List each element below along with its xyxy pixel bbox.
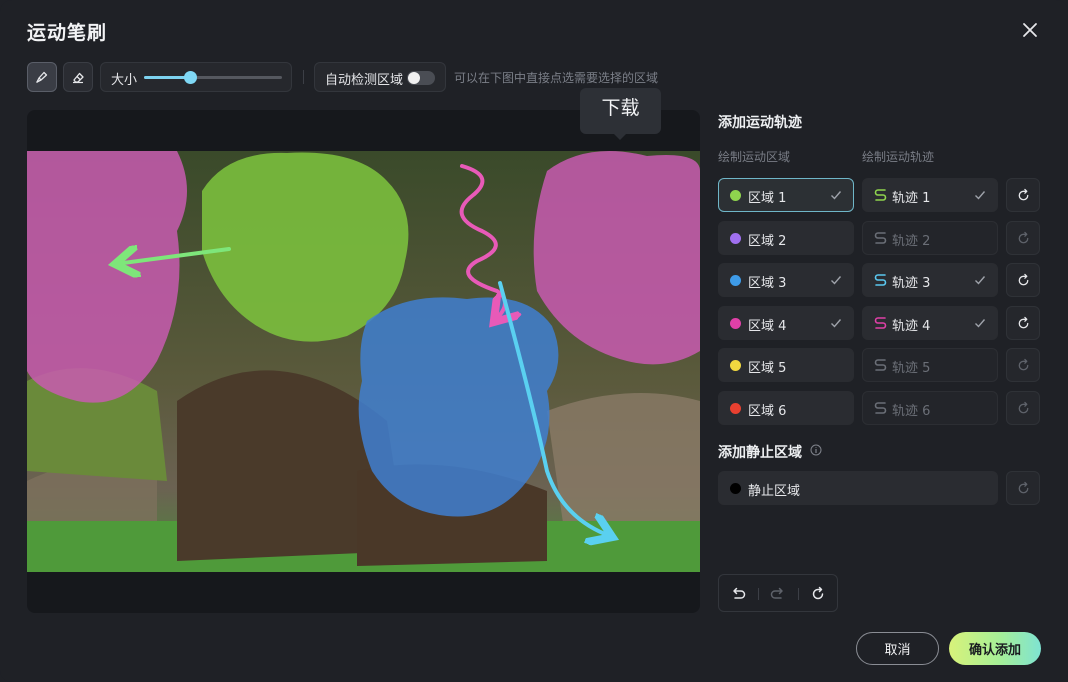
brush-icon <box>36 71 48 84</box>
check-icon <box>975 191 986 200</box>
annotated-image[interactable] <box>27 151 700 572</box>
reset-row-button-2[interactable] <box>1006 221 1040 255</box>
region-item-6[interactable]: 区域 6 <box>718 391 854 425</box>
size-slider[interactable] <box>144 71 282 84</box>
track-item-2[interactable]: 轨迹 2 <box>862 221 998 255</box>
size-label: 大小 <box>111 73 138 88</box>
region-label: 区域 4 <box>748 319 787 334</box>
static-region-label: 静止区域 <box>748 484 801 499</box>
track-label: 轨迹 2 <box>892 234 931 249</box>
reset-icon <box>1018 481 1028 493</box>
motion-section-title: 添加运动轨迹 <box>718 115 802 131</box>
toolbar-divider <box>303 70 304 84</box>
size-slider-fill <box>144 76 190 79</box>
reset-row-button-1[interactable] <box>1006 178 1040 212</box>
track-label: 轨迹 3 <box>892 276 931 291</box>
confirm-add-button[interactable]: 确认添加 <box>949 632 1041 665</box>
reset-row-button-6[interactable] <box>1006 391 1040 425</box>
eraser-icon <box>73 72 84 84</box>
track-item-6[interactable]: 轨迹 6 <box>862 391 998 425</box>
motion-brush-dialog: 运动笔刷 大小 自动检测区域 可以在下图中直接点选需要选择的区域 下载 添加运动… <box>0 0 1068 682</box>
image-canvas[interactable] <box>27 110 700 613</box>
region-item-4[interactable]: 区域 4 <box>718 306 854 340</box>
auto-detect-control: 自动检测区域 <box>314 62 446 92</box>
track-path-icon <box>874 232 887 244</box>
track-label: 轨迹 5 <box>892 361 931 376</box>
region-item-5[interactable]: 区域 5 <box>718 348 854 382</box>
region-label: 区域 3 <box>748 276 787 291</box>
auto-detect-label: 自动检测区域 <box>325 73 404 88</box>
download-tooltip: 下载 <box>580 88 661 140</box>
track-label: 轨迹 1 <box>892 191 931 206</box>
static-reset-button[interactable] <box>1006 471 1040 505</box>
track-item-3[interactable]: 轨迹 3 <box>862 263 998 297</box>
region-color-dot <box>730 403 741 414</box>
static-region-item[interactable]: 静止区域 <box>718 471 998 505</box>
redo-icon[interactable] <box>769 585 787 603</box>
region-item-2[interactable]: 区域 2 <box>718 221 854 255</box>
track-path-icon <box>874 274 887 286</box>
region-item-1[interactable]: 区域 1 <box>718 178 854 212</box>
track-label: 轨迹 4 <box>892 319 931 334</box>
track-item-4[interactable]: 轨迹 4 <box>862 306 998 340</box>
reset-all-icon[interactable] <box>809 585 827 603</box>
reset-icon <box>1018 188 1028 200</box>
track-path-icon <box>874 359 887 371</box>
reset-icon <box>1018 231 1028 243</box>
info-icon[interactable] <box>810 444 822 456</box>
check-icon <box>831 276 842 285</box>
region-label: 区域 5 <box>748 361 787 376</box>
region-label: 区域 2 <box>748 234 787 249</box>
region-item-3[interactable]: 区域 3 <box>718 263 854 297</box>
hint-text: 可以在下图中直接点选需要选择的区域 <box>454 71 659 85</box>
check-icon <box>975 276 986 285</box>
region-column-label: 绘制运动区域 <box>718 150 791 164</box>
static-color-dot <box>730 483 741 494</box>
dialog-title: 运动笔刷 <box>27 22 108 44</box>
history-controls <box>718 574 838 612</box>
region-color-dot <box>730 360 741 371</box>
region-color-dot <box>730 190 741 201</box>
region-color-dot <box>730 275 741 286</box>
reset-icon <box>1018 401 1028 413</box>
cancel-button[interactable]: 取消 <box>856 632 939 665</box>
history-divider <box>758 588 759 600</box>
brush-size-control: 大小 <box>100 62 292 92</box>
eraser-tool-button[interactable] <box>63 62 93 92</box>
region-label: 区域 6 <box>748 404 787 419</box>
reset-icon <box>1018 316 1028 328</box>
check-icon <box>831 191 842 200</box>
region-color-dot <box>730 233 741 244</box>
close-icon[interactable] <box>1018 18 1042 42</box>
track-label: 轨迹 6 <box>892 404 931 419</box>
track-path-icon <box>874 317 887 329</box>
track-path-icon <box>874 189 887 201</box>
track-item-5[interactable]: 轨迹 5 <box>862 348 998 382</box>
size-slider-thumb[interactable] <box>183 71 197 84</box>
reset-row-button-5[interactable] <box>1006 348 1040 382</box>
toggle-knob <box>408 72 420 84</box>
track-column-label: 绘制运动轨迹 <box>862 150 935 164</box>
history-divider <box>798 588 799 600</box>
track-path-icon <box>874 402 887 414</box>
undo-icon[interactable] <box>729 585 747 603</box>
region-label: 区域 1 <box>748 191 787 206</box>
brush-tool-button[interactable] <box>27 62 57 92</box>
static-section-title: 添加静止区域 <box>718 445 802 461</box>
auto-detect-toggle[interactable] <box>407 71 435 85</box>
reset-row-button-4[interactable] <box>1006 306 1040 340</box>
track-item-1[interactable]: 轨迹 1 <box>862 178 998 212</box>
reset-icon <box>1018 273 1028 285</box>
check-icon <box>975 319 986 328</box>
reset-row-button-3[interactable] <box>1006 263 1040 297</box>
region-color-dot <box>730 318 741 329</box>
check-icon <box>831 319 842 328</box>
reset-icon <box>1018 358 1028 370</box>
